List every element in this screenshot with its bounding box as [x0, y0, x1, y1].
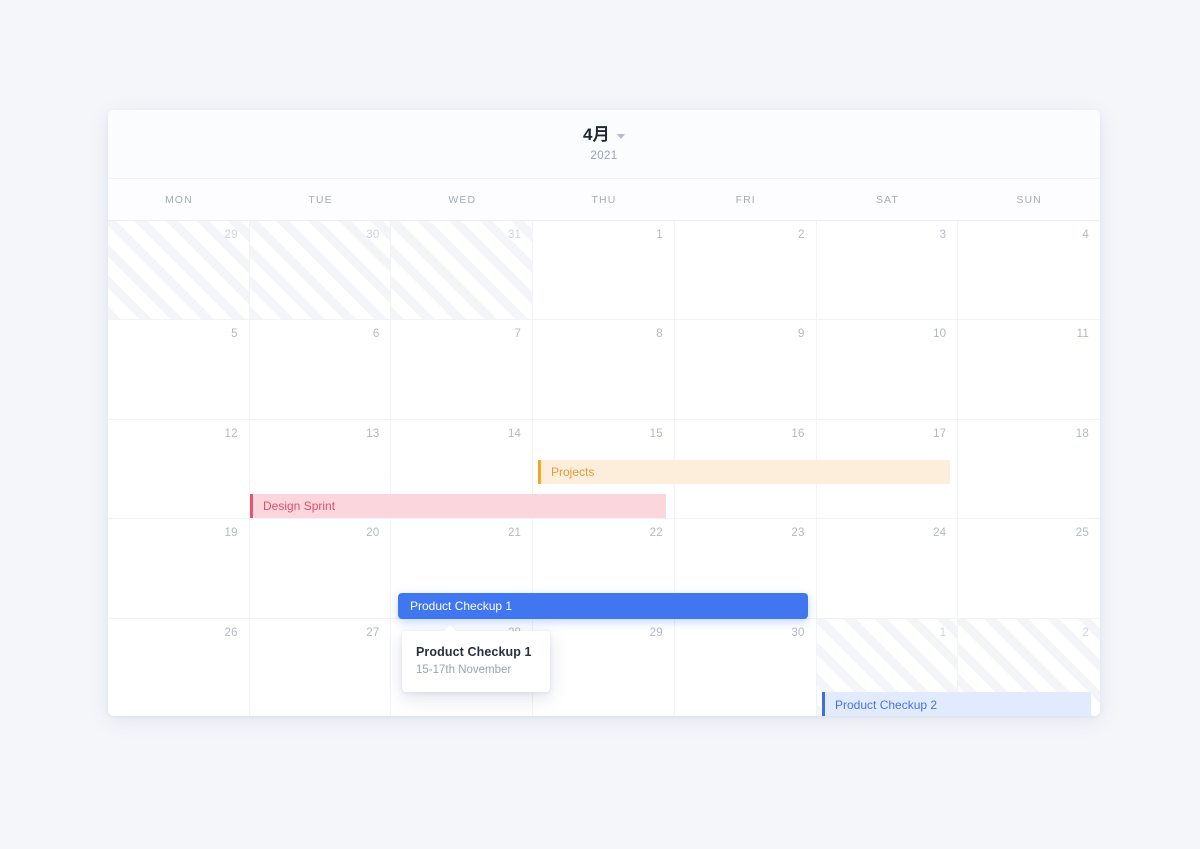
event-title: Projects	[551, 465, 595, 479]
day-number: 19	[224, 527, 238, 540]
day-number: 21	[507, 527, 522, 540]
day-number: 9	[797, 328, 805, 341]
day-number: 23	[791, 527, 805, 540]
day-cell[interactable]: 18	[958, 419, 1100, 520]
day-number: 13	[366, 427, 380, 440]
day-cell[interactable]: 4	[958, 221, 1100, 321]
day-number: 1	[656, 229, 663, 241]
weekday-header-sun: SUN	[1016, 193, 1042, 206]
day-cell[interactable]: 30	[249, 221, 392, 321]
day-cell[interactable]: 5	[108, 320, 250, 420]
day-cell[interactable]: 19	[108, 519, 250, 619]
chevron-down-icon[interactable]	[617, 133, 626, 139]
day-cell[interactable]: 10	[816, 320, 959, 420]
day-cell[interactable]: 30	[674, 618, 817, 716]
day-number: 15	[649, 427, 663, 440]
day-cell[interactable]: 6	[249, 320, 392, 420]
day-number: 26	[224, 626, 238, 639]
day-number: 18	[1075, 427, 1089, 440]
day-number: 3	[939, 229, 947, 241]
day-cell[interactable]: 11	[958, 320, 1100, 420]
day-number: 22	[649, 527, 663, 540]
weekday-header-tue: TUE	[308, 193, 333, 206]
month-label: 4月	[582, 125, 611, 144]
day-cell[interactable]: 2	[674, 221, 817, 321]
day-number: 12	[224, 427, 238, 440]
day-cell[interactable]: 27	[249, 618, 392, 716]
day-cell[interactable]: 12	[108, 419, 250, 520]
day-number: 20	[366, 527, 380, 540]
weekday-header-thu: THU	[591, 193, 617, 206]
event-title: Design Sprint	[263, 499, 336, 513]
event-title: Product Checkup 2	[835, 697, 938, 712]
event-title: Product Checkup 1	[410, 599, 513, 613]
day-number: 30	[791, 626, 805, 639]
tooltip-title: Product Checkup 1	[416, 645, 532, 659]
day-number: 30	[366, 229, 380, 241]
day-cell[interactable]: 7	[391, 320, 534, 420]
day-cell[interactable]: 26	[108, 618, 250, 716]
month-selector[interactable]: 4月	[582, 125, 626, 144]
weekday-header-mon: MON	[164, 193, 193, 206]
calendar-header: 4月 2021	[108, 110, 1100, 179]
calendar-event[interactable]: Design Sprint	[250, 494, 666, 518]
day-number: 29	[649, 626, 663, 639]
day-number: 10	[933, 328, 947, 341]
calendar-card: 4月 2021 MON TUE WED THU FRI SAT SUN 29 30 31 1 2 3 4…	[108, 110, 1100, 716]
day-number: 24	[933, 527, 947, 540]
year-label: 2021	[590, 150, 618, 162]
day-number: 31	[507, 229, 522, 241]
day-number: 5	[231, 328, 238, 341]
calendar-event[interactable]: Product Checkup 1	[398, 593, 808, 619]
weekday-header-sat: SAT	[875, 193, 899, 206]
day-number: 1	[939, 626, 947, 639]
day-number: 16	[791, 427, 805, 440]
day-cell[interactable]: 1	[533, 221, 675, 321]
day-number: 2	[797, 229, 805, 241]
day-cell[interactable]: 31	[391, 221, 534, 321]
day-number: 11	[1076, 328, 1089, 341]
day-cell[interactable]: 24	[816, 519, 959, 619]
calendar-event[interactable]: Product Checkup 2	[822, 692, 1091, 716]
calendar-event[interactable]: Projects	[538, 460, 950, 484]
event-tooltip: Product Checkup 1 15-17th November	[402, 625, 550, 692]
tooltip-subtitle: 15-17th November	[416, 664, 512, 676]
day-number: 14	[507, 427, 522, 440]
day-number: 2	[1082, 626, 1089, 639]
day-number: 6	[372, 328, 380, 341]
day-cell[interactable]: 20	[249, 519, 392, 619]
day-number: 7	[514, 328, 522, 341]
weekday-header-wed: WED	[448, 193, 477, 206]
day-cell[interactable]: 25	[958, 519, 1100, 619]
day-number: 25	[1075, 527, 1089, 540]
day-cell[interactable]: 8	[533, 320, 675, 420]
day-cell[interactable]: 29	[533, 618, 675, 716]
day-grid: 29 30 31 1 2 3 4 5 6 7 8 9 10 11 12 13 14 15 16 17 18 19 20 21 2…	[108, 221, 1100, 716]
day-number: 8	[656, 328, 663, 341]
day-cell[interactable]: 3	[816, 221, 959, 321]
day-number: 29	[224, 229, 238, 241]
weekday-header-row: MON TUE WED THU FRI SAT SUN	[108, 179, 1100, 221]
day-number: 4	[1082, 229, 1089, 241]
weekday-header-fri: FRI	[735, 193, 756, 206]
day-number: 27	[366, 626, 380, 639]
day-cell[interactable]: 9	[674, 320, 817, 420]
day-number: 17	[933, 427, 947, 440]
day-cell[interactable]: 29	[108, 221, 250, 321]
